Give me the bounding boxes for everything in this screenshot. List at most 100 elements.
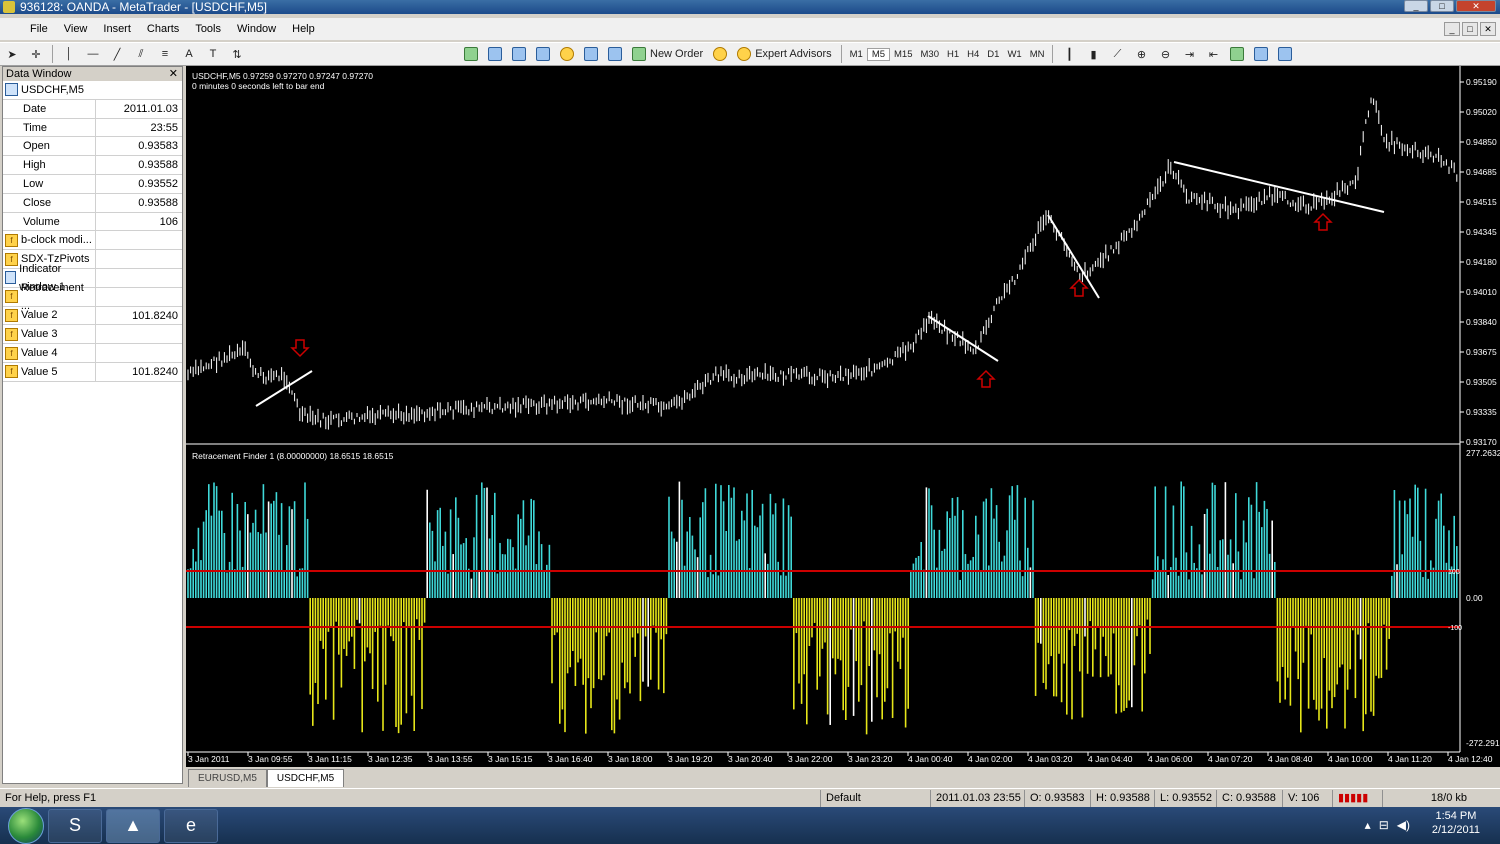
mdi-close-button[interactable]: ✕ [1480, 22, 1496, 36]
indicator-label: Value 4 [21, 347, 58, 360]
market-watch-icon[interactable] [508, 44, 530, 64]
start-button[interactable] [8, 807, 44, 844]
time-tick-label: 4 Jan 08:40 [1268, 754, 1313, 764]
metatrader-icon[interactable]: ▲ [106, 808, 160, 843]
data-window-icon[interactable] [532, 44, 554, 64]
timeframe-m5[interactable]: M5 [866, 47, 891, 61]
profiles-icon[interactable] [484, 44, 506, 64]
mdi-minimize-button[interactable]: _ [1444, 22, 1460, 36]
line-chart-icon[interactable]: ⟋ [1106, 44, 1128, 64]
timeframe-h4[interactable]: H4 [963, 49, 983, 60]
close-icon[interactable]: ✕ [169, 67, 178, 81]
indicator-label: b-clock modi... [21, 234, 92, 247]
tab-eurusd-m5[interactable]: EURUSD,M5 [188, 769, 267, 787]
text-icon[interactable]: A [178, 44, 200, 64]
toolbar: ➤ ✛ │ — ╱ ⫽ ≡ A T ⇅ New Order Expert Adv… [0, 42, 1500, 66]
data-window-header: Data Window ✕ [3, 67, 182, 81]
close-button[interactable]: ✕ [1456, 0, 1496, 12]
volume-icon[interactable]: ◀) [1397, 818, 1410, 832]
row-label: Close [3, 193, 96, 212]
metaeditor-icon[interactable] [709, 44, 731, 64]
candlestick-icon[interactable]: ▮ [1082, 44, 1104, 64]
navigator-icon[interactable] [556, 44, 578, 64]
timeframe-m15[interactable]: M15 [890, 49, 916, 60]
zoom-in-icon[interactable]: ⊕ [1130, 44, 1152, 64]
menu-help[interactable]: Help [284, 23, 323, 35]
expert-advisors-icon [737, 47, 752, 61]
status-profile: Default [820, 789, 930, 807]
clock[interactable]: 1:54 PM 2/12/2011 [1432, 809, 1480, 837]
metatrader-app-icon [3, 1, 15, 13]
horizontal-line-icon[interactable]: — [82, 44, 104, 64]
row-value: 23:55 [150, 121, 178, 134]
menu-view[interactable]: View [56, 23, 96, 35]
row-label: Date [3, 99, 96, 118]
auto-scroll-icon[interactable]: ⇥ [1178, 44, 1200, 64]
menu-tools[interactable]: Tools [187, 23, 229, 35]
terminal-icon[interactable] [580, 44, 602, 64]
text-label-icon[interactable]: T [202, 44, 224, 64]
price-tick-label: 0.94010 [1466, 287, 1497, 297]
minimize-button[interactable]: _ [1404, 0, 1428, 12]
vertical-line-icon[interactable]: │ [58, 44, 80, 64]
menu-file[interactable]: File [22, 23, 56, 35]
menu-charts[interactable]: Charts [139, 23, 187, 35]
row-value: 0.93588 [138, 159, 178, 172]
chart-window[interactable]: 0.95190 0.95020 0.94850 0.94685 0.94515 0.943… [186, 66, 1500, 767]
time-tick-label: 3 Jan 15:15 [488, 754, 533, 764]
time-tick-label: 3 Jan 20:40 [728, 754, 773, 764]
zoom-out-icon[interactable]: ⊖ [1154, 44, 1176, 64]
new-order-button[interactable]: New Order [628, 44, 707, 64]
timeframe-m30[interactable]: M30 [917, 49, 943, 60]
price-chart[interactable]: 0.95190 0.95020 0.94850 0.94685 0.94515 0.943… [186, 66, 1500, 767]
indicator-label: Value 5 [21, 365, 58, 378]
clock-time: 1:54 PM [1435, 810, 1477, 822]
time-tick-label: 4 Jan 00:40 [908, 754, 953, 764]
price-tick-label: 0.94345 [1466, 227, 1497, 237]
trendline [927, 315, 999, 362]
time-tick-label: 4 Jan 02:00 [968, 754, 1013, 764]
time-tick-label: 3 Jan 13:55 [428, 754, 473, 764]
skype-icon[interactable]: S [48, 808, 102, 843]
bar-chart-icon[interactable]: ┃ [1058, 44, 1080, 64]
data-window-row: Open 0.93583 [3, 137, 182, 157]
indicators-icon[interactable] [1226, 44, 1248, 64]
new-chart-icon[interactable] [460, 44, 482, 64]
arrows-icon[interactable]: ⇅ [226, 44, 248, 64]
timeframe-d1[interactable]: D1 [983, 49, 1003, 60]
crosshair-icon[interactable]: ✛ [25, 44, 47, 64]
indicator-function-icon: f [5, 327, 18, 341]
tab-usdchf-m5[interactable]: USDCHF,M5 [266, 769, 345, 787]
templates-icon[interactable] [1274, 44, 1296, 64]
price-tick-label: 0.95020 [1466, 107, 1497, 117]
trendline-icon[interactable]: ╱ [106, 44, 128, 64]
row-value: 2011.01.03 [123, 102, 178, 115]
timeframe-mn[interactable]: MN [1026, 49, 1049, 60]
status-bar: For Help, press F1 Default 2011.01.03 23… [0, 788, 1500, 807]
bar-timer-text: 0 minutes 0 seconds left to bar end [192, 81, 325, 91]
network-icon[interactable]: ⊟ [1379, 818, 1389, 832]
cursor-icon[interactable]: ➤ [1, 44, 23, 64]
channel-icon[interactable]: ⫽ [130, 44, 152, 64]
internet-explorer-icon[interactable]: e [164, 808, 218, 843]
data-window-row: Volume 106 [3, 212, 182, 232]
indicator-tick-label: -272.2915 [1466, 738, 1500, 748]
menu-insert[interactable]: Insert [95, 23, 139, 35]
indicator-tick-label: 277.2632 [1466, 448, 1500, 458]
timeframe-w1[interactable]: W1 [1003, 49, 1025, 60]
maximize-button[interactable]: □ [1430, 0, 1454, 12]
timeframe-m1[interactable]: M1 [846, 49, 867, 60]
sell-arrow-icon [290, 339, 310, 358]
tester-icon[interactable] [604, 44, 626, 64]
menu-window[interactable]: Window [229, 23, 284, 35]
periods-icon[interactable] [1250, 44, 1272, 64]
indicator-function-icon: f [5, 252, 18, 266]
expert-advisors-button[interactable]: Expert Advisors [733, 44, 835, 64]
clock-date: 2/12/2011 [1431, 824, 1480, 836]
chart-shift-icon[interactable]: ⇤ [1202, 44, 1224, 64]
fibonacci-icon[interactable]: ≡ [154, 44, 176, 64]
data-window-symbol-row: USDCHF,M5 [3, 81, 182, 100]
timeframe-h1[interactable]: H1 [943, 49, 963, 60]
mdi-restore-button[interactable]: □ [1462, 22, 1478, 36]
show-hidden-icon[interactable]: ▴ [1365, 818, 1371, 832]
